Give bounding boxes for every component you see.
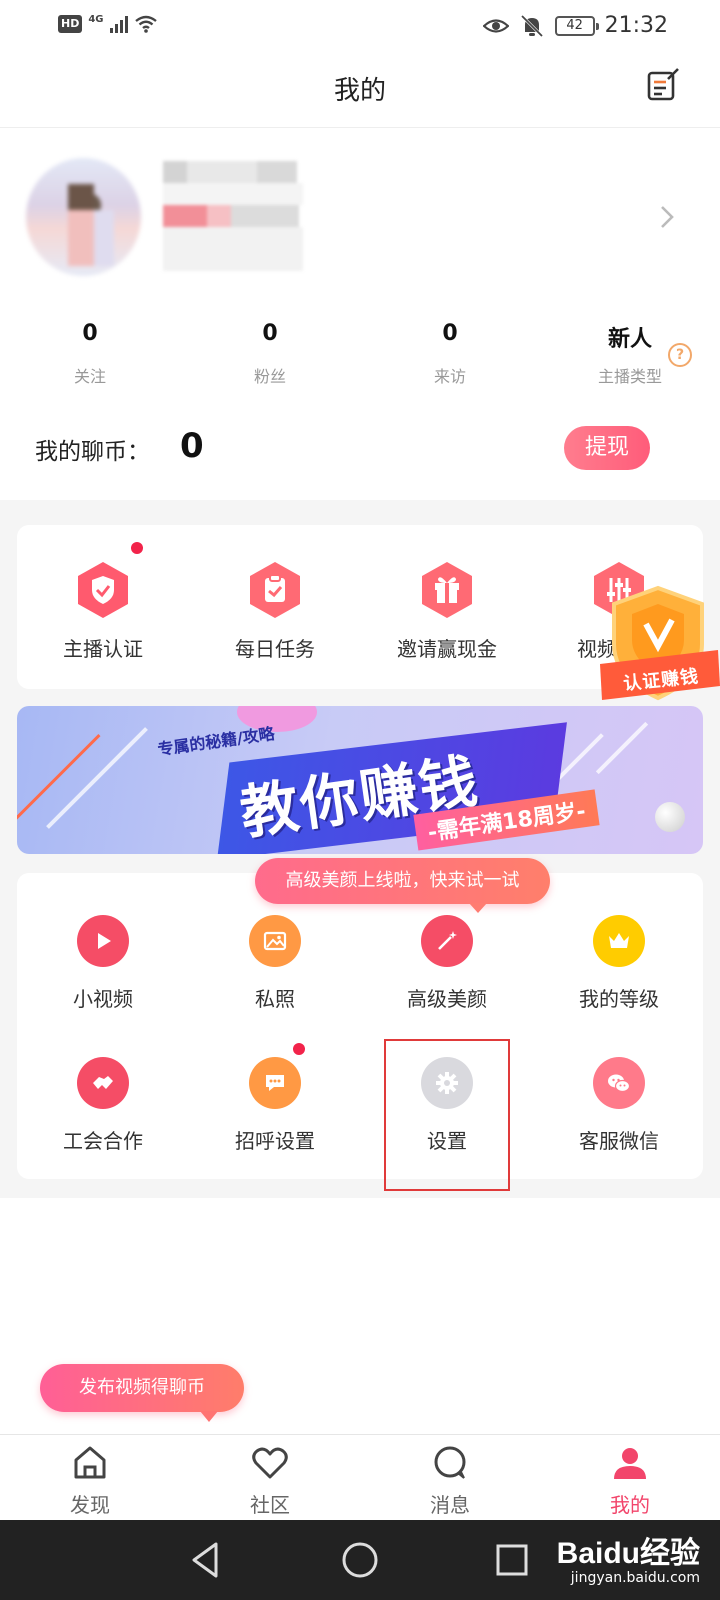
tool-label: 我的等级 xyxy=(579,987,659,1011)
back-icon[interactable] xyxy=(184,1538,228,1582)
heart-icon xyxy=(252,1447,288,1479)
stat-label: 主播类型 xyxy=(597,367,662,386)
tool-label: 招呼设置 xyxy=(235,1129,315,1153)
publish-video-tooltip[interactable]: 发布视频得聊币 xyxy=(40,1364,244,1422)
tools-card: 小视频 私照 高级美颜 我的等级 工会合作 招呼设置 设置 客服微信 xyxy=(17,873,703,1179)
tab-label: 社区 xyxy=(250,1493,290,1517)
profile-section: 0 关注 0 粉丝 0 来访 新人 主播类型 ? 我的聊币： 0 提现 xyxy=(0,128,720,500)
image-icon xyxy=(249,915,301,967)
tool-label: 小视频 xyxy=(73,987,133,1011)
signal-icon xyxy=(109,15,128,33)
banner-decoration xyxy=(655,802,685,832)
stats-row: 0 关注 0 粉丝 0 来访 新人 主播类型 ? xyxy=(0,321,720,411)
network-type: 4G xyxy=(88,13,104,25)
tab-community[interactable]: 社区 xyxy=(180,1443,360,1518)
wifi-icon xyxy=(134,15,157,33)
tab-label: 发现 xyxy=(70,1493,110,1517)
stat-value: 0 xyxy=(262,321,278,346)
nav-bar: 我的 xyxy=(0,52,720,128)
stat-visitors[interactable]: 0 来访 xyxy=(360,321,540,387)
stat-value: 0 xyxy=(442,321,458,346)
clipboard-check-icon xyxy=(248,561,302,619)
tool-guild-cooperation[interactable]: 工会合作 xyxy=(17,1057,189,1154)
home-circle-icon[interactable] xyxy=(338,1538,382,1582)
watermark-url: jingyan.baidu.com xyxy=(570,1570,700,1586)
settings-highlight-box xyxy=(384,1039,510,1191)
tab-mine[interactable]: 我的 xyxy=(540,1443,720,1518)
stat-value: 0 xyxy=(82,321,98,346)
chat-icon xyxy=(434,1446,466,1479)
banner-decoration xyxy=(595,721,649,775)
tool-label: 客服微信 xyxy=(579,1129,659,1153)
tool-label: 工会合作 xyxy=(63,1129,143,1153)
recents-icon[interactable] xyxy=(490,1538,534,1582)
stat-value: 新人 xyxy=(607,327,652,352)
bell-off-icon xyxy=(520,14,543,37)
coins-value: 0 xyxy=(180,426,204,466)
help-icon[interactable]: ? xyxy=(668,343,692,367)
avatar[interactable] xyxy=(26,158,141,276)
stat-fans[interactable]: 0 粉丝 xyxy=(180,321,360,387)
tool-label: 私照 xyxy=(255,987,295,1011)
feature-anchor-certification[interactable]: 主播认证 xyxy=(17,561,189,662)
system-nav-bar: Baidu经验 jingyan.baidu.com xyxy=(0,1520,720,1600)
feature-label: 主播认证 xyxy=(63,637,143,661)
tool-short-video[interactable]: 小视频 xyxy=(17,915,189,1012)
stat-label: 关注 xyxy=(73,367,106,386)
coins-label: 我的聊币： xyxy=(35,439,150,465)
stat-label: 来访 xyxy=(433,367,466,386)
username-blurred[interactable] xyxy=(163,161,303,279)
edit-icon[interactable] xyxy=(646,68,680,102)
beauty-tooltip[interactable]: 高级美颜上线啦，快来试一试 xyxy=(255,858,550,913)
tool-label: 高级美颜 xyxy=(407,987,487,1011)
chat-bubble-icon xyxy=(249,1057,301,1109)
bottom-tab-bar: 发现 社区 消息 我的 xyxy=(0,1434,720,1520)
shield-check-icon xyxy=(76,561,130,619)
page-title: 我的 xyxy=(333,76,386,106)
tab-label: 消息 xyxy=(430,1493,470,1517)
magic-wand-icon xyxy=(421,915,473,967)
person-icon xyxy=(614,1448,646,1479)
status-bar: HD 4G 42 21:32 xyxy=(0,0,720,52)
gift-icon xyxy=(420,561,474,619)
chevron-right-icon[interactable] xyxy=(658,204,676,230)
wechat-icon xyxy=(593,1057,645,1109)
tab-label: 我的 xyxy=(610,1493,650,1517)
crown-icon xyxy=(593,915,645,967)
stat-streamer-type[interactable]: 新人 主播类型 xyxy=(540,321,720,387)
tab-discover[interactable]: 发现 xyxy=(0,1443,180,1518)
home-icon xyxy=(74,1446,106,1479)
battery-icon: 42 xyxy=(554,15,599,36)
feature-label: 邀请赢现金 xyxy=(397,637,497,661)
notification-dot xyxy=(293,1043,305,1055)
play-icon xyxy=(77,915,129,967)
certify-earn-badge[interactable] xyxy=(598,582,720,722)
stat-following[interactable]: 0 关注 xyxy=(0,321,180,387)
eye-icon xyxy=(482,18,509,33)
watermark-logo: Baidu经验 xyxy=(556,1537,700,1570)
tool-greeting-settings[interactable]: 招呼设置 xyxy=(189,1057,361,1154)
tool-advanced-beauty[interactable]: 高级美颜 xyxy=(361,915,533,1012)
tool-private-photos[interactable]: 私照 xyxy=(189,915,361,1012)
hd-badge: HD xyxy=(58,15,83,33)
feature-daily-tasks[interactable]: 每日任务 xyxy=(189,561,361,662)
promo-banner[interactable]: 专属的秘籍/攻略 教你赚钱 -需年满18周岁- xyxy=(17,706,703,854)
withdraw-button[interactable]: 提现 xyxy=(564,426,650,470)
feature-label: 每日任务 xyxy=(235,637,315,661)
banner-decoration xyxy=(46,727,148,829)
tool-customer-wechat[interactable]: 客服微信 xyxy=(533,1057,705,1154)
tab-messages[interactable]: 消息 xyxy=(360,1443,540,1518)
notification-dot xyxy=(131,542,143,554)
baidu-watermark: Baidu经验 jingyan.baidu.com xyxy=(557,1528,700,1586)
feature-invite-cash[interactable]: 邀请赢现金 xyxy=(361,561,533,662)
banner-decoration xyxy=(17,734,101,821)
clock: 21:32 xyxy=(604,13,668,38)
stat-label: 粉丝 xyxy=(253,367,286,386)
banner-kicker: 专属的秘籍/攻略 xyxy=(156,723,276,760)
handshake-icon xyxy=(77,1057,129,1109)
tool-my-level[interactable]: 我的等级 xyxy=(533,915,705,1012)
